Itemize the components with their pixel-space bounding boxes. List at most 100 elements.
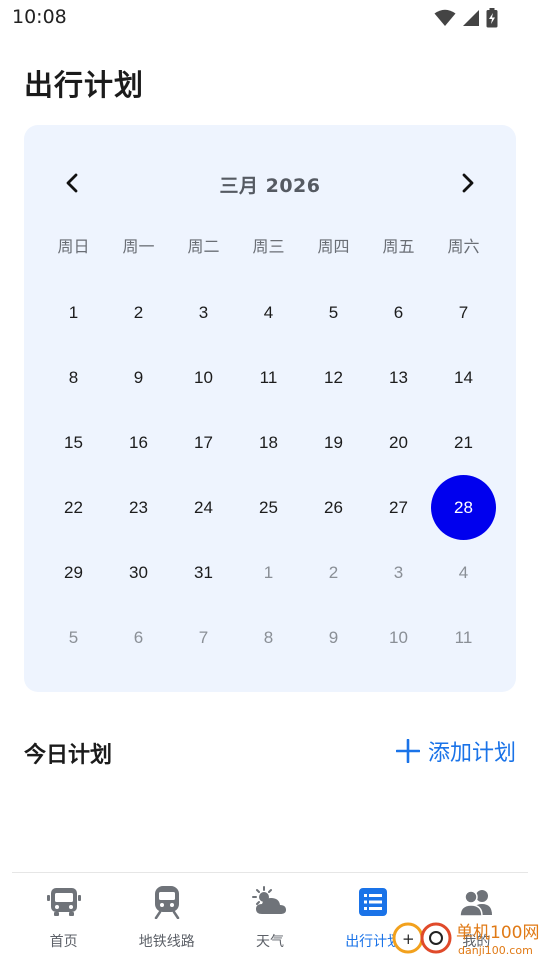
add-plan-button[interactable]: 添加计划 [395,735,516,767]
calendar-day[interactable]: 15 [41,410,106,475]
calendar-day[interactable]: 20 [366,410,431,475]
nav-item-subway[interactable]: 地铁线路 [115,873,218,960]
weekday-label: 周日 [57,237,90,256]
calendar-day-number: 23 [129,497,148,517]
calendar-day-adjacent[interactable]: 10 [366,605,431,670]
month-label: 三月 2026 [219,175,321,197]
calendar-day-number: 18 [259,432,278,452]
calendar-header: 三月 2026 [24,163,516,203]
calendar-day-number: 16 [129,432,148,452]
calendar-day-adjacent[interactable]: 5 [41,605,106,670]
calendar-day-number: 7 [198,627,209,647]
calendar-day-number: 28 [431,475,496,540]
calendar-day-number: 30 [129,562,148,582]
calendar-day[interactable]: 26 [301,475,366,540]
calendar-day-number: 3 [198,302,209,322]
add-plan-label: 添加计划 [427,741,516,766]
users-icon [459,890,493,917]
calendar-day-number: 2 [328,562,339,582]
calendar-day-number: 7 [458,302,469,322]
calendar-day[interactable]: 5 [301,280,366,345]
calendar-day-number: 10 [194,367,213,387]
calendar-day[interactable]: 4 [236,280,301,345]
next-month-button[interactable] [452,167,484,199]
calendar-day[interactable]: 18 [236,410,301,475]
calendar-day-number: 9 [328,627,339,647]
plus-icon [395,739,420,763]
calendar-day[interactable]: 1 [41,280,106,345]
status-icons [434,8,498,28]
calendar-day[interactable]: 11 [236,345,301,410]
calendar-day[interactable]: 7 [431,280,496,345]
calendar-day-number: 3 [393,562,404,582]
nav-label-subway: 地铁线路 [138,934,195,950]
weekday-label: 周三 [252,237,285,256]
weekday-header: 周日 周一 周二 周三 周四 周五 周六 [41,233,496,263]
calendar-day[interactable]: 13 [366,345,431,410]
calendar-day-adjacent[interactable]: 1 [236,540,301,605]
calendar-day[interactable]: 12 [301,345,366,410]
calendar-day-number: 6 [393,302,404,322]
calendar-day[interactable]: 31 [171,540,236,605]
calendar-day-number: 4 [263,302,274,322]
nav-item-weather[interactable]: 天气 [218,873,321,960]
calendar-day[interactable]: 19 [301,410,366,475]
weekday-label: 周五 [382,237,415,256]
calendar-day-selected[interactable]: 28 [431,475,496,540]
calendar-day[interactable]: 14 [431,345,496,410]
calendar-day-number: 12 [324,367,343,387]
weekday-label: 周四 [317,237,350,256]
status-bar: 10:08 [0,0,540,36]
calendar-day-number: 6 [133,627,144,647]
calendar-day[interactable]: 16 [106,410,171,475]
calendar-day-number: 10 [389,627,408,647]
calendar-day-number: 26 [324,497,343,517]
nav-label-weather: 天气 [255,934,284,950]
nav-label-home: 首页 [49,934,78,950]
nav-item-home[interactable]: 首页 [12,873,115,960]
calendar-day[interactable]: 21 [431,410,496,475]
calendar-day-adjacent[interactable]: 11 [431,605,496,670]
calendar-day-number: 19 [324,432,343,452]
calendar-day-number: 8 [263,627,274,647]
calendar-day-number: 20 [389,432,408,452]
calendar-day-number: 17 [194,432,213,452]
calendar-day-adjacent[interactable]: 6 [106,605,171,670]
calendar-card: 三月 2026 周日 周一 周二 周三 周四 周五 周六 1 2 3 4 5 6 7 8 9 10… [24,125,516,692]
calendar-day[interactable]: 22 [41,475,106,540]
calendar-day-number: 4 [458,562,469,582]
calendar-day-adjacent[interactable]: 9 [301,605,366,670]
calendar-day[interactable]: 25 [236,475,301,540]
chevron-right-icon [462,173,474,193]
calendar-day-number: 11 [259,367,278,387]
weekday-label: 周一 [122,237,155,256]
calendar-day-adjacent[interactable]: 3 [366,540,431,605]
calendar-day[interactable]: 23 [106,475,171,540]
status-time: 10:08 [12,6,67,28]
calendar-day-adjacent[interactable]: 8 [236,605,301,670]
calendar-day[interactable]: 9 [106,345,171,410]
calendar-day-number: 15 [64,432,83,452]
calendar-day-number: 22 [64,497,83,517]
calendar-day-number: 2 [133,302,144,322]
calendar-day-adjacent[interactable]: 4 [431,540,496,605]
calendar-day[interactable]: 17 [171,410,236,475]
calendar-day[interactable]: 27 [366,475,431,540]
calendar-day[interactable]: 10 [171,345,236,410]
calendar-day-number: 25 [259,497,278,517]
calendar-day-number: 24 [194,497,213,517]
wifi-icon [434,9,456,26]
watermark-logo: + 单机100网 danji100.com [392,922,539,957]
calendar-day[interactable]: 3 [171,280,236,345]
calendar-day-adjacent[interactable]: 2 [301,540,366,605]
calendar-day[interactable]: 2 [106,280,171,345]
calendar-day[interactable]: 29 [41,540,106,605]
calendar-day[interactable]: 24 [171,475,236,540]
calendar-day-adjacent[interactable]: 7 [171,605,236,670]
calendar-day-number: 14 [454,367,473,387]
svg-text:单机100网: 单机100网 [456,923,539,943]
calendar-day[interactable]: 8 [41,345,106,410]
calendar-day[interactable]: 6 [366,280,431,345]
signal-icon [463,10,479,26]
calendar-day[interactable]: 30 [106,540,171,605]
